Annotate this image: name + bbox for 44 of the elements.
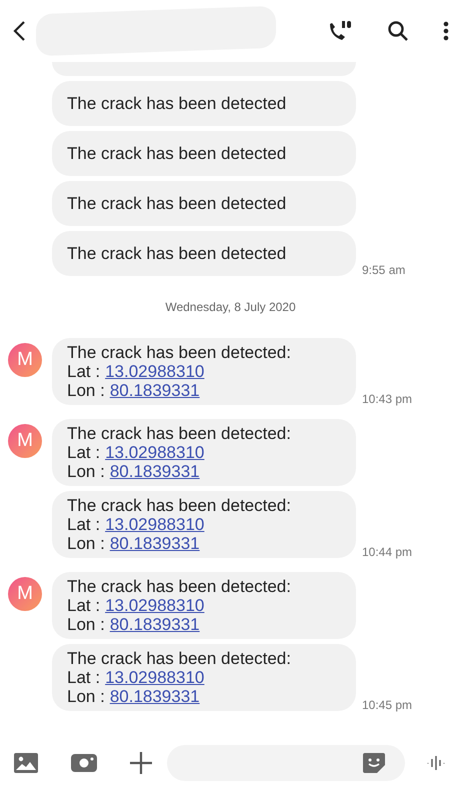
coordinate-label: Lon : bbox=[67, 462, 105, 481]
message-input[interactable] bbox=[167, 745, 405, 781]
coordinate-label: Lat : bbox=[67, 362, 100, 381]
coordinate-label: Lat : bbox=[67, 668, 100, 687]
message-text: The crack has been detected bbox=[67, 244, 288, 263]
sticker-icon[interactable] bbox=[363, 753, 385, 773]
coordinate-label: Lat : bbox=[67, 515, 100, 534]
message-text: The crack has been detected: bbox=[67, 577, 292, 596]
message-time: 10:44 pm bbox=[362, 544, 412, 561]
voice-icon[interactable] bbox=[427, 755, 445, 771]
phone-icon[interactable] bbox=[327, 20, 353, 42]
coordinate-link[interactable]: 80.1839331 bbox=[110, 381, 200, 400]
coordinate-label: Lon : bbox=[67, 534, 105, 553]
coordinate-label: Lat : bbox=[67, 596, 100, 615]
message-time: 10:43 pm bbox=[362, 391, 412, 408]
coordinate-link[interactable]: 13.02988310 bbox=[105, 443, 204, 462]
coordinate-link[interactable]: 13.02988310 bbox=[105, 596, 204, 615]
message-time: 9:55 am bbox=[362, 262, 406, 279]
message-text: The crack has been detected bbox=[67, 194, 288, 213]
message-text: The crack has been detected: bbox=[67, 343, 292, 362]
coordinate-link[interactable]: 80.1839331 bbox=[110, 462, 200, 481]
coordinate-label: Lon : bbox=[67, 381, 105, 400]
coordinate-label: Lat : bbox=[67, 443, 100, 462]
image-icon[interactable] bbox=[14, 753, 38, 773]
coordinate-label: Lon : bbox=[67, 687, 105, 706]
more-icon[interactable] bbox=[443, 21, 449, 41]
message-text: The crack has been detected: bbox=[67, 424, 292, 443]
date-divider: Wednesday, 8 July 2020 bbox=[165, 299, 296, 316]
coordinate-link[interactable]: 80.1839331 bbox=[110, 534, 200, 553]
coordinate-link[interactable]: 80.1839331 bbox=[110, 615, 200, 634]
message-text: The crack has been detected: bbox=[67, 649, 292, 668]
coordinate-link[interactable]: 13.02988310 bbox=[105, 668, 204, 687]
coordinate-link[interactable]: 13.02988310 bbox=[105, 515, 204, 534]
message-text: The crack has been detected bbox=[67, 144, 288, 163]
message-text: The crack has been detected: bbox=[67, 496, 292, 515]
coordinate-label: Lon : bbox=[67, 615, 105, 634]
plus-icon[interactable] bbox=[129, 751, 153, 775]
message-time: 10:45 pm bbox=[362, 697, 412, 714]
back-icon[interactable] bbox=[12, 20, 26, 42]
coordinate-link[interactable]: 13.02988310 bbox=[105, 362, 204, 381]
search-icon[interactable] bbox=[387, 20, 409, 42]
camera-icon[interactable] bbox=[71, 754, 97, 772]
coordinate-link[interactable]: 80.1839331 bbox=[110, 687, 200, 706]
message-text: The crack has been detected bbox=[67, 94, 288, 113]
